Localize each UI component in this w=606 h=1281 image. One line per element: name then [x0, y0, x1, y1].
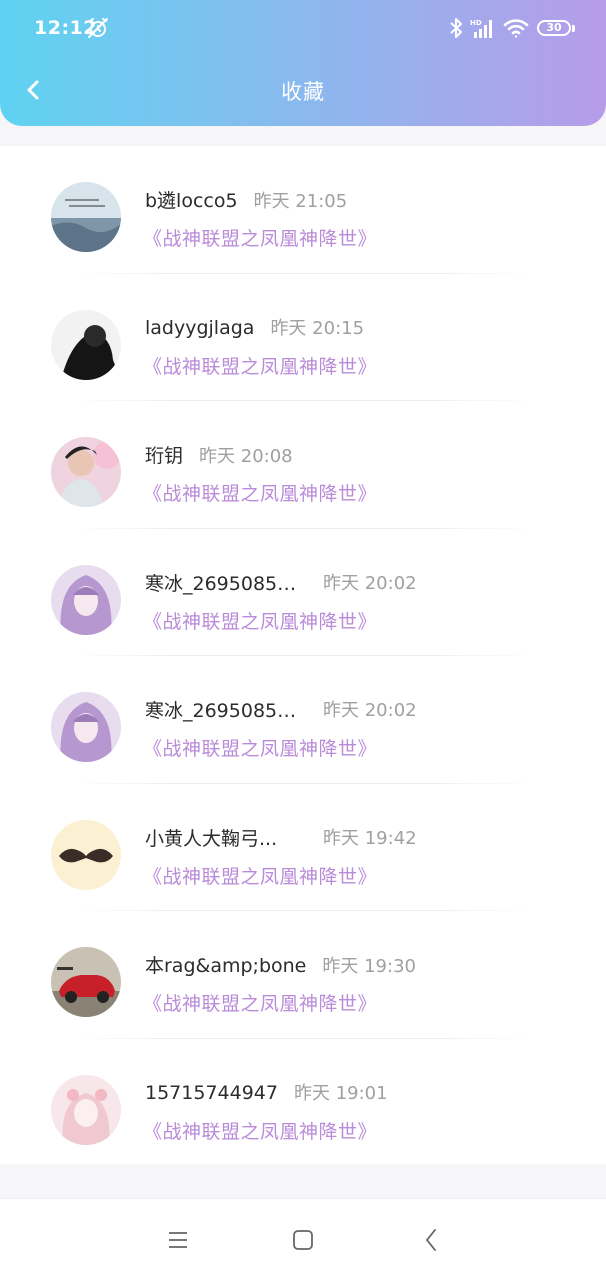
avatar: [51, 692, 121, 762]
user-name: ladyygjlaga: [145, 316, 255, 339]
nav-back-icon: [425, 1229, 436, 1251]
user-name: 本rag&amp;bone: [145, 955, 307, 977]
avatar: [51, 819, 121, 890]
book-title[interactable]: 《战神联盟之凤凰神降世》: [143, 607, 377, 634]
user-name: 寒冰_26950853...: [145, 700, 305, 722]
user-name: 珩钥: [145, 445, 184, 467]
avatar: [51, 947, 121, 1017]
timestamp: 昨天 20:02: [323, 572, 417, 594]
book-title[interactable]: 《战神联盟之凤凰神降世》: [143, 352, 377, 379]
nav-back-button[interactable]: [416, 1225, 446, 1255]
avatar: [51, 437, 121, 507]
menu-button[interactable]: [163, 1225, 193, 1255]
list-item[interactable]: ladyygjlaga 昨天 20:15 《战神联盟之凤凰神降世》: [0, 274, 606, 401]
battery-icon: 30: [537, 20, 571, 36]
user-name: 小黄人大鞠弓...: [145, 827, 278, 850]
timestamp: 昨天 19:01: [293, 1082, 388, 1104]
avatar: [51, 309, 121, 380]
favorites-list: b遴locco5 昨天 21:05 《战神联盟之凤凰神降世》 ladyygjla…: [0, 146, 606, 1164]
timestamp: 昨天 19:42: [323, 827, 417, 849]
avatar: [51, 1074, 121, 1145]
wifi-icon: [503, 19, 529, 38]
book-title[interactable]: 《战神联盟之凤凰神降世》: [143, 1117, 377, 1144]
home-icon: [293, 1230, 313, 1250]
menu-icon: [169, 1232, 187, 1248]
signal-icon: HD: [470, 19, 492, 38]
book-title[interactable]: 《战神联盟之凤凰神降世》: [143, 989, 377, 1016]
list-item[interactable]: 寒冰_26950853... 昨天 20:02 《战神联盟之凤凰神降世》: [0, 529, 606, 656]
header: 12:12 HD 30 收藏: [0, 0, 606, 126]
timestamp: 昨天 20:08: [199, 446, 293, 467]
avatar: [51, 182, 121, 252]
avatar: [51, 564, 121, 635]
list-item[interactable]: 15715744947 昨天 19:01 《战神联盟之凤凰神降世》: [0, 1039, 606, 1167]
bluetooth-icon: [450, 18, 462, 38]
status-bar: 12:12 HD 30: [0, 0, 606, 58]
list-item[interactable]: 小黄人大鞠弓... 昨天 19:42 《战神联盟之凤凰神降世》: [0, 784, 606, 911]
list-item[interactable]: b遴locco5 昨天 21:05 《战神联盟之凤凰神降世》: [0, 146, 606, 274]
timestamp: 昨天 21:05: [253, 191, 348, 212]
timestamp: 昨天 20:02: [323, 700, 417, 721]
user-name: 15715744947: [145, 1081, 278, 1104]
svg-text:HD: HD: [470, 19, 482, 27]
list-item[interactable]: 寒冰_26950853... 昨天 20:02 《战神联盟之凤凰神降世》: [0, 656, 606, 784]
timestamp: 昨天 20:15: [270, 317, 365, 339]
alarm-off-icon: [88, 18, 108, 38]
list-item[interactable]: 本rag&amp;bone 昨天 19:30 《战神联盟之凤凰神降世》: [0, 911, 606, 1039]
home-button[interactable]: [288, 1225, 318, 1255]
battery-tip: [572, 25, 575, 32]
book-title[interactable]: 《战神联盟之凤凰神降世》: [143, 479, 377, 506]
timestamp: 昨天 19:30: [322, 956, 416, 977]
user-name: b遴locco5: [145, 190, 238, 212]
user-name: 寒冰_26950853...: [145, 572, 305, 595]
book-title[interactable]: 《战神联盟之凤凰神降世》: [143, 734, 377, 761]
system-nav-bar: [0, 1198, 606, 1281]
page-title: 收藏: [281, 80, 325, 104]
book-title[interactable]: 《战神联盟之凤凰神降世》: [143, 224, 377, 251]
book-title[interactable]: 《战神联盟之凤凰神降世》: [143, 862, 377, 889]
list-item[interactable]: 珩钥 昨天 20:08 《战神联盟之凤凰神降世》: [0, 401, 606, 529]
